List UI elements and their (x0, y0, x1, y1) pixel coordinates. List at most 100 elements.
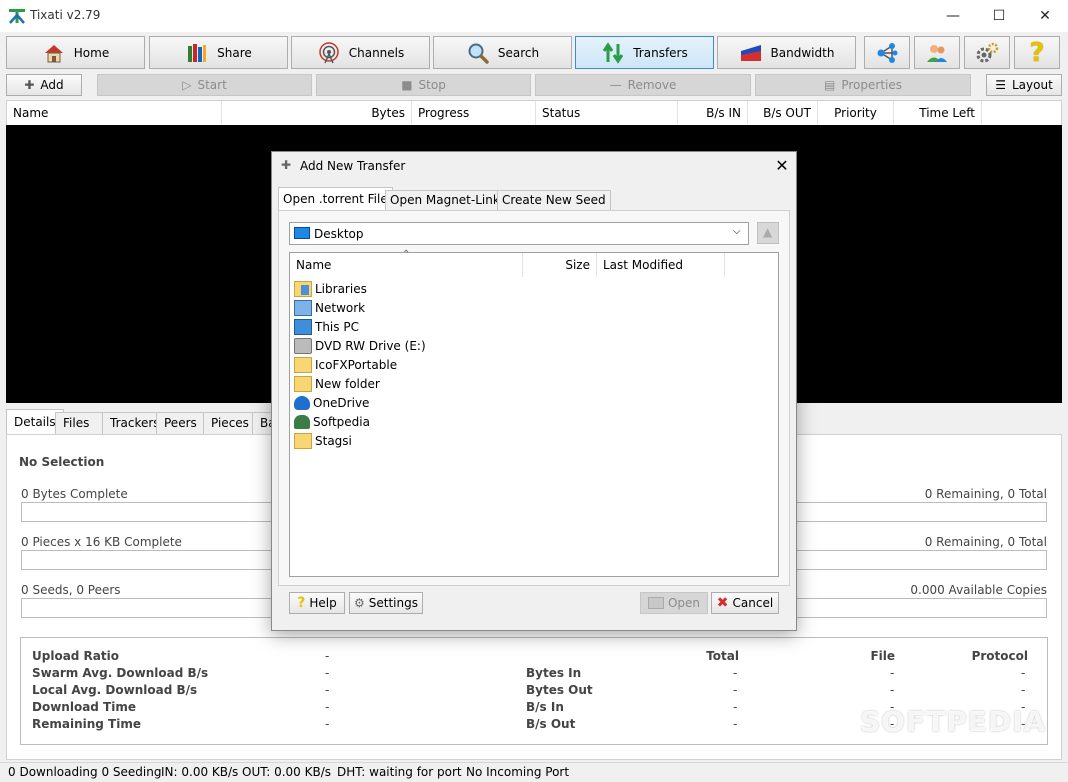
dialog-open-button[interactable]: Open (640, 592, 708, 614)
file-name: Stagsi (315, 433, 352, 448)
books-icon (188, 43, 207, 62)
dialog-close-button[interactable]: ✕ (770, 155, 794, 177)
layout-button[interactable]: ☰ Layout (986, 74, 1062, 96)
sort-ascending-icon: ⌃ (402, 249, 411, 260)
remove-label: Remove (627, 78, 677, 92)
help-label: Help (309, 596, 337, 610)
help-button[interactable]: ? (1014, 36, 1060, 69)
col-file: File (870, 649, 895, 663)
list-item[interactable]: Stagsi (294, 431, 352, 450)
add-button[interactable]: ✚ Add (6, 74, 82, 96)
available-copies: 0.000 Available Copies (910, 583, 1047, 597)
desktop-icon (294, 227, 310, 239)
status-in: IN: 0.00 KB/s (161, 765, 239, 779)
stat-upload-ratio: Upload Ratio (32, 649, 119, 663)
dialog-title: Add New Transfer (300, 159, 406, 173)
connections-button[interactable] (864, 36, 910, 69)
file-column-modified[interactable]: Last Modified (597, 253, 725, 277)
tab-create-seed[interactable]: Create New Seed (497, 190, 611, 210)
settings-label: Settings (368, 596, 418, 610)
stop-button[interactable]: ■ Stop (316, 74, 531, 96)
tixati-logo-icon (9, 9, 25, 24)
file-name: New folder (315, 376, 380, 391)
tab-open-torrent[interactable]: Open .torrent File (278, 187, 393, 211)
total-bytes-out: - (733, 683, 738, 697)
file-name: DVD RW Drive (E:) (315, 338, 426, 353)
list-item[interactable]: Softpedia (294, 412, 370, 431)
column-bs-in[interactable]: B/s IN (678, 101, 748, 126)
network-icon (294, 299, 312, 316)
file-column-size[interactable]: Size (523, 253, 597, 277)
add-label: Add (40, 78, 64, 92)
settings-button[interactable] (964, 36, 1010, 69)
list-item[interactable]: Network (294, 298, 365, 317)
nav-channels-button[interactable]: Channels (291, 36, 430, 69)
column-progress[interactable]: Progress (412, 101, 536, 126)
dialog-settings-button[interactable]: ⚙ Settings (349, 592, 423, 614)
dvd-drive-icon (294, 337, 312, 354)
stat-remaining-time: Remaining Time (32, 717, 142, 731)
list-item[interactable]: IcoFXPortable (294, 355, 397, 374)
users-button[interactable] (914, 36, 960, 69)
folder-up-button[interactable]: ▲ (757, 222, 779, 244)
dialog-cancel-button[interactable]: ✖ Cancel (711, 592, 779, 614)
stat-bytes-out: Bytes Out (526, 683, 593, 697)
remove-button[interactable]: — Remove (535, 74, 751, 96)
list-item[interactable]: This PC (294, 317, 359, 336)
protocol-bytes-in: - (1021, 666, 1026, 680)
stat-local-avg-value: - (325, 683, 330, 697)
protocol-bytes-out: - (1021, 683, 1026, 697)
file-name: Network (315, 300, 366, 315)
column-time-left[interactable]: Time Left (894, 101, 982, 126)
list-item[interactable]: OneDrive (294, 393, 369, 412)
nav-home-label: Home (73, 45, 110, 60)
tab-peers[interactable]: Peers (156, 412, 204, 434)
cancel-icon: ✖ (716, 595, 729, 611)
stat-swarm-avg: Swarm Avg. Download B/s (32, 666, 209, 680)
stat-remaining-time-value: - (325, 717, 330, 731)
column-bs-out[interactable]: B/s OUT (748, 101, 818, 126)
file-name: Libraries (315, 281, 367, 296)
title-bar: Tixati v2.79 — ☐ ✕ (0, 0, 1068, 32)
remove-icon: — (609, 78, 622, 92)
list-item[interactable]: DVD RW Drive (E:) (294, 336, 426, 355)
total-bs-out: - (733, 717, 738, 731)
nav-bandwidth-button[interactable]: Bandwidth (717, 36, 856, 69)
file-list[interactable]: Name ⌃ Size Last Modified Libraries Netw… (289, 249, 779, 577)
nav-bandwidth-label: Bandwidth (770, 45, 835, 60)
file-name: OneDrive (313, 395, 370, 410)
nav-transfers-button[interactable]: Transfers (575, 36, 714, 69)
tab-trackers[interactable]: Trackers (102, 412, 160, 434)
column-bytes[interactable]: Bytes (222, 101, 412, 126)
antenna-icon (318, 41, 339, 63)
column-priority[interactable]: Priority (818, 101, 894, 126)
nav-transfers-label: Transfers (633, 45, 688, 60)
minimize-button[interactable]: — (930, 0, 976, 32)
column-name[interactable]: Name (7, 101, 222, 126)
stat-bs-in: B/s In (526, 700, 564, 714)
tab-files[interactable]: Files (55, 412, 103, 434)
close-window-button[interactable]: ✕ (1022, 0, 1068, 32)
tab-open-magnet[interactable]: Open Magnet-Link (385, 190, 505, 210)
users-icon (927, 44, 947, 62)
nav-home-button[interactable]: Home (6, 36, 145, 69)
dialog-help-button[interactable]: ? Help (289, 592, 345, 614)
list-item[interactable]: New folder (294, 374, 380, 393)
nav-share-button[interactable]: Share (149, 36, 288, 69)
file-bytes-out: - (890, 683, 895, 697)
nav-search-button[interactable]: Search (433, 36, 572, 69)
user-icon (294, 414, 310, 429)
properties-label: Properties (841, 78, 902, 92)
play-icon: ▷ (182, 78, 192, 92)
col-total: Total (706, 649, 739, 663)
stat-swarm-avg-value: - (325, 666, 330, 680)
folder-dropdown[interactable]: Desktop ⌵ (289, 222, 749, 245)
tab-pieces[interactable]: Pieces (203, 412, 253, 434)
start-button[interactable]: ▷ Start (97, 74, 312, 96)
column-status[interactable]: Status (536, 101, 678, 126)
list-item[interactable]: Libraries (294, 279, 367, 298)
add-icon: ✚ (281, 158, 292, 172)
maximize-button[interactable]: ☐ (976, 0, 1022, 32)
properties-button[interactable]: ▤ Properties (755, 74, 971, 96)
stop-icon: ■ (401, 78, 413, 92)
